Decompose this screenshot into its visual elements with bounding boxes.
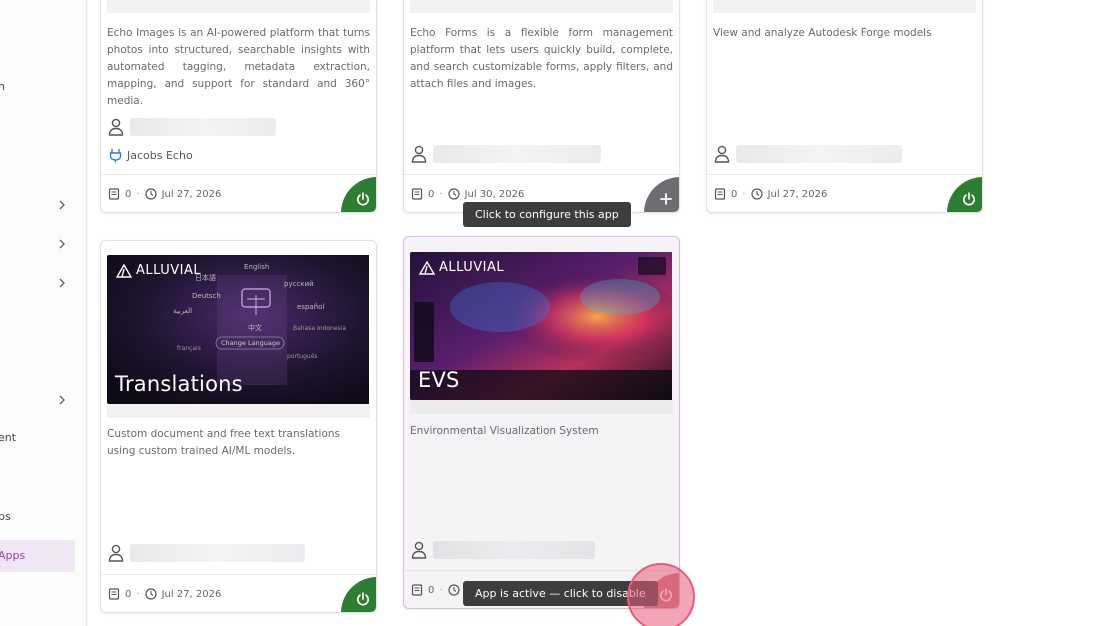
alluvial-logo: ALLUVIAL [419,260,504,275]
clock-icon [144,188,157,200]
owner-name-redacted [433,145,601,163]
card-description: Environmental Visualization System [410,425,599,437]
card-date: Jul 27, 2026 [161,588,222,600]
banner-word: Deutsch [192,292,221,300]
card-description: Custom document and free text translatio… [107,428,340,457]
toggle-active-button[interactable] [341,177,376,212]
chevron-right-icon[interactable] [56,238,68,250]
clock-icon [144,588,157,600]
person-icon [714,145,730,163]
clock-icon [750,188,763,200]
book-icon [108,588,120,600]
clock-icon [447,188,460,200]
card-count: 0 [428,188,435,200]
toggle-active-button[interactable] [947,177,982,212]
sidebar-item-label[interactable]: ent [0,431,16,444]
chevron-right-icon[interactable] [56,199,68,211]
owner-name-redacted [433,541,595,559]
card-meta: 0 · Jul 27, 2026 [714,188,827,200]
app-card-echo-images[interactable]: Echo Images is an AI-powered platform th… [100,0,377,213]
sidebar-item-label[interactable]: n [0,80,5,93]
sidebar: n ent ps Apps [0,0,87,626]
banner-word: 中文 [248,324,262,332]
card-footer: 0 · Jul 27, 2026 [101,574,376,612]
book-icon [411,584,423,596]
sidebar-item-label[interactable]: ps [0,510,11,523]
banner-word: العربية [173,307,193,315]
card-banner-translations: ALLUVIAL English 日本語 русский Deutsch esp… [107,255,370,404]
banner-word: português [287,353,318,360]
person-icon [108,544,124,562]
banner-word: español [297,303,325,311]
card-owner [714,144,902,164]
card-owner [108,543,305,563]
card-date: Jul 27, 2026 [767,188,828,200]
banner-word: Bahasa Indonesia [293,325,346,332]
alluvial-logo: ALLUVIAL [116,263,201,278]
card-footer: 0 · Jul 27, 2026 [101,174,376,212]
clock-icon [447,584,460,596]
person-icon [411,541,427,559]
toggle-active-button[interactable] [341,577,376,612]
card-description: Echo Forms is a flexible form management… [410,27,673,90]
power-icon [357,192,369,206]
card-date: Jul 27, 2026 [161,188,222,200]
sidebar-item-apps[interactable]: Apps [0,549,25,562]
plus-icon [660,193,672,205]
banner-title: EVS [418,368,460,392]
book-icon [411,188,423,200]
book-icon [714,188,726,200]
person-icon [411,145,427,163]
card-count: 0 [125,588,132,600]
app-card-evs[interactable]: ALLUVIAL EVS Environmental Visualization… [403,236,680,609]
owner-name-redacted [736,145,902,163]
owner-name-redacted [130,118,276,136]
card-owner [411,144,601,164]
card-banner-evs: ALLUVIAL EVS [410,252,673,400]
card-date: Jul 30, 2026 [464,188,525,200]
card-count: 0 [125,188,132,200]
app-card-forge[interactable]: View and analyze Autodesk Forge models 0… [706,0,983,213]
banner-word: русский [284,280,314,288]
chevron-right-icon[interactable] [56,277,68,289]
card-banner-shade [107,404,370,418]
card-meta: 0 · Jul 30, 2026 [411,188,524,200]
click-highlight [627,563,695,626]
app-card-echo-forms[interactable]: Echo Forms is a flexible form management… [403,0,680,213]
card-meta: 0 · Jul 27, 2026 [108,588,221,600]
app-card-translations[interactable]: ALLUVIAL English 日本語 русский Deutsch esp… [100,240,377,613]
card-banner-shade [410,0,673,13]
card-footer: 0 · Jul 27, 2026 [707,174,982,212]
book-icon [108,188,120,200]
card-owner [411,540,595,560]
power-icon [357,592,369,606]
apps-grid: Echo Images is an AI-powered platform th… [88,0,1120,626]
card-description: View and analyze Autodesk Forge models [713,27,932,39]
card-count: 0 [428,584,435,596]
banner-word: 日本語 [195,274,216,282]
card-banner-shade [713,0,976,13]
card-meta: 0 · [411,584,460,596]
card-plugin: Jacobs Echo [109,146,193,164]
banner-word: français [177,345,201,352]
person-icon [108,118,124,136]
plug-icon [109,148,122,162]
card-description: Echo Images is an AI-powered platform th… [107,27,370,107]
brand-label: ALLUVIAL [439,260,505,275]
tooltip-configure: Click to configure this app [463,202,631,227]
configure-app-button[interactable] [644,177,679,212]
banner-word: Change Language [221,339,281,347]
banner-title: Translations [115,372,243,396]
chevron-right-icon[interactable] [56,394,68,406]
power-icon [963,192,975,206]
plugin-label: Jacobs Echo [127,148,193,162]
card-banner-shade [107,0,370,13]
brand-label: ALLUVIAL [136,263,202,278]
card-owner [108,117,276,137]
card-meta: 0 · Jul 27, 2026 [108,188,221,200]
banner-word: English [244,263,270,271]
card-count: 0 [731,188,738,200]
card-banner-shade [410,400,673,414]
owner-name-redacted [130,544,305,562]
